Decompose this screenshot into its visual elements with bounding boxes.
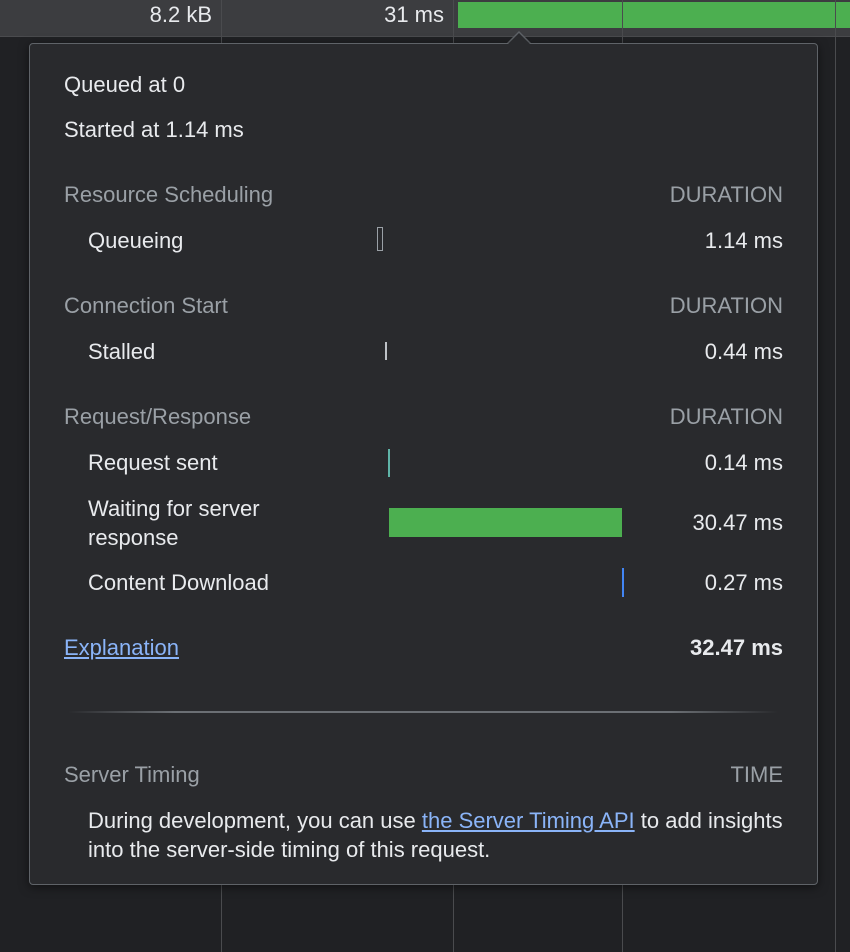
row-value-stalled: 0.44 ms xyxy=(704,339,783,364)
queueing-bar xyxy=(377,227,383,251)
row-label-stalled: Stalled xyxy=(88,339,156,364)
section-title-server-timing: Server Timing xyxy=(64,762,200,787)
timing-popover: Queued at 0 Started at 1.14 ms Resource … xyxy=(29,43,818,885)
row-value-request-sent: 0.14 ms xyxy=(704,450,783,475)
stalled-bar xyxy=(385,342,387,360)
request-size: 8.2 kB xyxy=(149,2,212,27)
queued-at: Queued at 0 xyxy=(64,72,186,97)
network-request-row[interactable]: 8.2 kB 31 ms xyxy=(0,0,850,37)
row-label-request-sent: Request sent xyxy=(88,450,218,475)
duration-header: DURATION xyxy=(669,404,783,429)
section-divider xyxy=(68,711,778,713)
content-download-bar xyxy=(622,568,624,597)
explanation-link[interactable]: Explanation xyxy=(64,634,179,662)
row-label-content-download: Content Download xyxy=(88,570,270,595)
total-duration: 32.47 ms xyxy=(690,635,783,660)
request-sent-bar xyxy=(388,449,390,477)
section-title-connection-start: Connection Start xyxy=(64,293,228,318)
waiting-bar xyxy=(389,508,622,537)
row-value-content-download: 0.27 ms xyxy=(704,570,783,595)
waterfall-bar[interactable] xyxy=(458,2,850,28)
server-timing-description: During development, you can use the Serv… xyxy=(88,806,788,864)
row-label-queueing: Queueing xyxy=(88,228,184,253)
waterfall-grid-line xyxy=(835,0,836,952)
request-time: 31 ms xyxy=(384,2,444,27)
row-label-waiting: Waiting for server response xyxy=(88,496,260,550)
duration-header: DURATION xyxy=(669,293,783,318)
time-header: TIME xyxy=(730,762,783,787)
row-value-queueing: 1.14 ms xyxy=(704,228,783,253)
devtools-network-panel: 8.2 kB 31 ms Queued at 0 Started at 1.14… xyxy=(0,0,850,952)
section-title-request-response: Request/Response xyxy=(64,404,252,429)
started-at: Started at 1.14 ms xyxy=(64,117,244,142)
section-title-resource-scheduling: Resource Scheduling xyxy=(64,182,274,207)
server-timing-api-link[interactable]: the Server Timing API xyxy=(422,808,635,833)
popover-arrow-fill xyxy=(507,33,531,45)
duration-header: DURATION xyxy=(669,182,783,207)
row-value-waiting: 30.47 ms xyxy=(692,510,784,535)
server-timing-desc-prefix: During development, you can use xyxy=(88,808,422,833)
